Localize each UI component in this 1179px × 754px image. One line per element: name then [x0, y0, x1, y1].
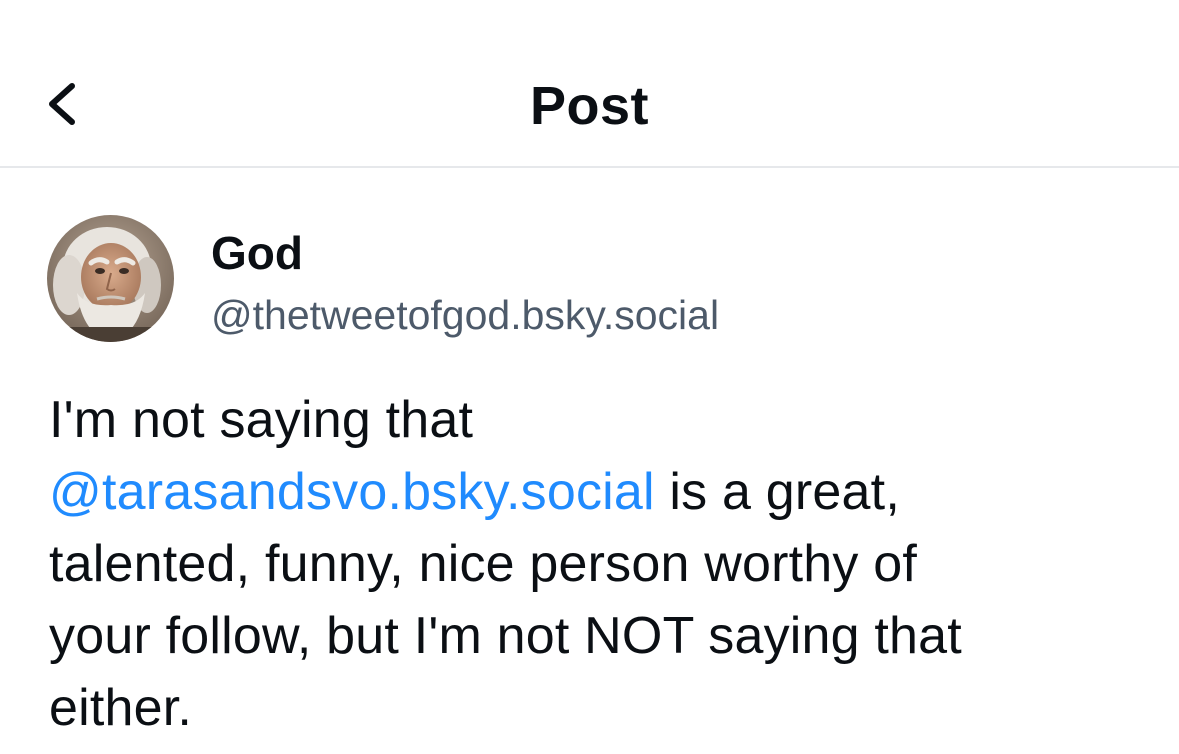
post-text-line: your follow, but I'm not NOT saying that — [49, 607, 962, 665]
author-display-name[interactable]: God — [211, 225, 303, 281]
post-text-line: talented, funny, nice person worthy of — [49, 535, 918, 593]
post-text-line: either. — [49, 679, 193, 737]
post-header: Post — [0, 0, 1179, 168]
mention-link[interactable]: @tarasandsvo.bsky.social — [49, 463, 655, 521]
avatar-image — [47, 215, 174, 342]
page-title: Post — [529, 76, 650, 136]
post-author: God @thetweetofgod.bsky.social — [47, 215, 1147, 345]
post-text-fragment: is a great, — [654, 463, 900, 521]
post-text-line: I'm not saying that — [49, 391, 474, 449]
author-handle[interactable]: @thetweetofgod.bsky.social — [211, 289, 719, 341]
post-text-line: @tarasandsvo.bsky.social is a great, — [49, 456, 1149, 528]
post-screen: Post God @thetweetofgod.bsky.social I'm … — [0, 0, 1179, 754]
avatar[interactable] — [47, 215, 174, 342]
post-text: I'm not saying that @tarasandsvo.bsky.so… — [49, 384, 1149, 744]
